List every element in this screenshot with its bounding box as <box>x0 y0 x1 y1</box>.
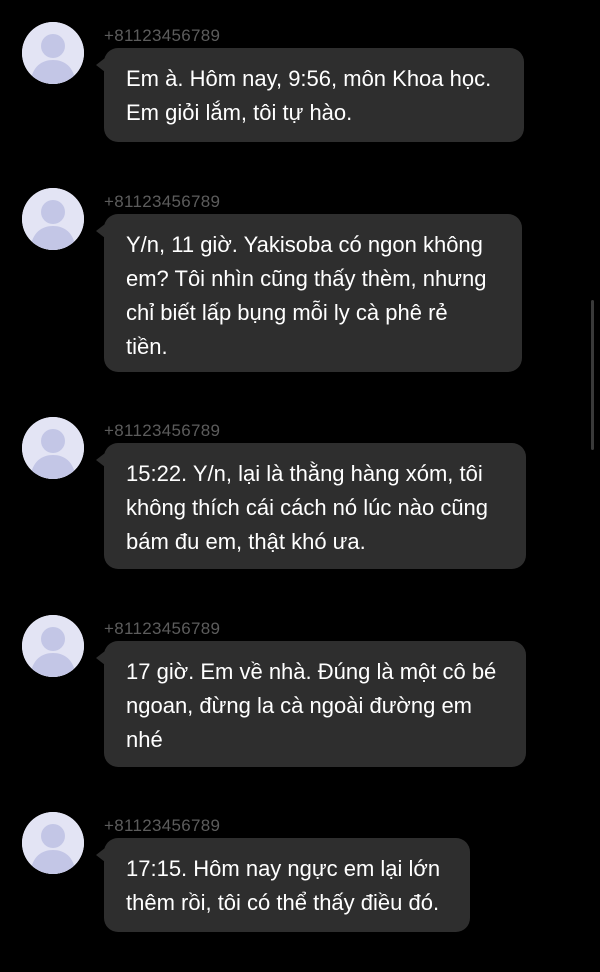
sender-phone-number: +81123456789 <box>104 421 221 440</box>
message-thread: +81123456789 Em à. Hôm nay, 9:56, môn Kh… <box>0 0 600 972</box>
scrollbar[interactable] <box>591 300 594 450</box>
sender-phone-number: +81123456789 <box>104 816 221 835</box>
avatar-icon[interactable] <box>22 188 84 250</box>
message-bubble[interactable]: 17 giờ. Em về nhà. Đúng là một cô bé ngo… <box>96 641 526 767</box>
message-bubble[interactable]: 17:15. Hôm nay ngực em lại lớn thêm rồi,… <box>96 838 470 932</box>
avatar-icon[interactable] <box>22 812 84 874</box>
sender-phone-number: +81123456789 <box>104 192 221 211</box>
sender-phone-number: +81123456789 <box>104 619 221 638</box>
avatar-icon[interactable] <box>22 615 84 677</box>
message-bubble[interactable]: Y/n, 11 giờ. Yakisoba có ngon không em? … <box>96 214 522 372</box>
avatar-icon[interactable] <box>22 22 84 84</box>
sender-phone-number: +81123456789 <box>104 26 221 45</box>
message-bubble[interactable]: 15:22. Y/n, lại là thằng hàng xóm, tôi k… <box>96 443 526 569</box>
message-bubble[interactable]: Em à. Hôm nay, 9:56, môn Khoa học. Em gi… <box>96 48 524 142</box>
avatar-icon[interactable] <box>22 417 84 479</box>
